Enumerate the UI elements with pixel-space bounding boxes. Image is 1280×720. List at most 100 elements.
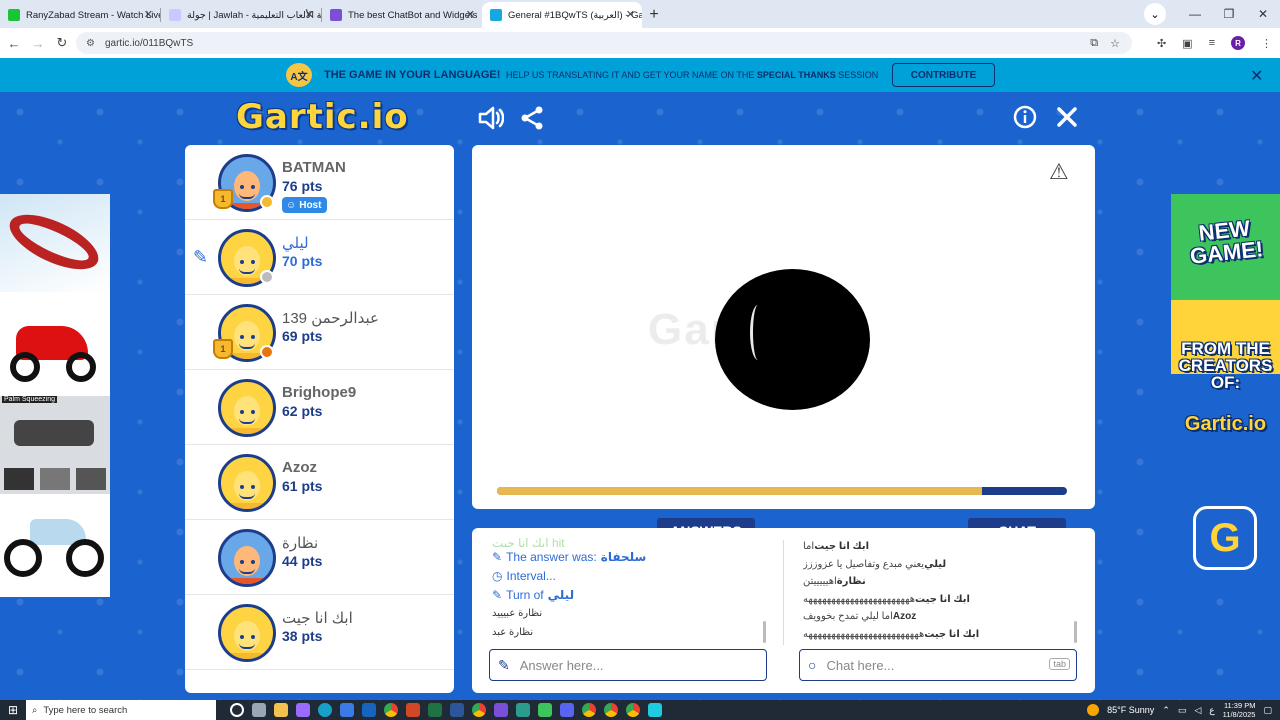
avatar [218, 454, 276, 512]
app-icon[interactable] [516, 703, 530, 717]
chat-message: نظارة اهيييييتن [803, 573, 1073, 591]
browser-tab-active[interactable]: General #1BQwTS (العربية) - Gartic ✕ [482, 2, 642, 28]
report-warning-icon[interactable]: ⚠ [1049, 159, 1069, 185]
window-close-icon[interactable]: ✕ [1246, 7, 1280, 21]
chat-text: هههههههههههههههههههههههه [803, 593, 916, 605]
player-row[interactable]: نظارة 44 pts [185, 520, 454, 595]
player-row[interactable]: ابك انا جيت 38 pts [185, 595, 454, 670]
tray-chevron-icon[interactable]: ⌃ [1162, 705, 1170, 716]
tab-close-icon[interactable]: ✕ [626, 8, 635, 21]
address-toolbar: ← → ↻ ⚙ gartic.io/011BQwTS ⧉ ☆ ✣ ▣ ≡ R ⋮ [0, 28, 1280, 58]
left-ad[interactable]: Palm Squeezing [0, 194, 110, 597]
player-row[interactable]: Brighope9 62 pts [185, 370, 454, 445]
info-icon[interactable] [1013, 105, 1037, 129]
bookmark-star-icon[interactable]: ☆ [1110, 37, 1120, 50]
url-text: gartic.io/011BQwTS [104, 37, 194, 49]
answer-message: نظارة عبيييد [492, 604, 772, 623]
tab-search-icon[interactable]: ⌄ [1144, 3, 1166, 25]
site-info-icon[interactable]: ⚙ [86, 38, 95, 49]
banner-close-icon[interactable]: ✕ [1250, 66, 1263, 86]
edge-icon[interactable] [318, 703, 332, 717]
chat-divider [783, 540, 784, 645]
answer-input[interactable]: ✎ Answer here... [489, 649, 767, 681]
message-text: نظارة عبد [492, 627, 534, 638]
weather-text[interactable]: 85°F Sunny [1107, 705, 1154, 715]
player-row[interactable]: 1 عبدالرحمن 139 69 pts [185, 295, 454, 370]
language-indicator[interactable]: ع [1209, 705, 1214, 716]
task-view-icon[interactable] [230, 703, 244, 717]
file-explorer-icon[interactable] [274, 703, 288, 717]
trophy-icon: 1 [213, 189, 233, 209]
ad-caption: Palm Squeezing [2, 396, 57, 403]
menu-kebab-icon[interactable]: ⋮ [1261, 37, 1272, 50]
ad-image-bracelet[interactable] [0, 194, 110, 292]
tab-close-icon[interactable]: ✕ [305, 8, 314, 21]
app-icon[interactable] [648, 703, 662, 717]
browser-tab[interactable]: جولة | Jawlah - منصة الألعاب التعليمية ✕ [161, 2, 321, 28]
drawing-canvas[interactable]: Gartic.io ⚠ [472, 145, 1095, 509]
ad-image-squeezer[interactable]: Palm Squeezing [0, 396, 110, 494]
browser-tab[interactable]: The best ChatBot and Widgets ✕ [322, 2, 482, 28]
media-icon[interactable]: ≡ [1209, 37, 1215, 49]
reload-icon[interactable]: ↻ [50, 35, 74, 51]
player-row[interactable]: Azoz 61 pts [185, 445, 454, 520]
tab-close-icon[interactable]: ✕ [144, 8, 153, 21]
extensions-icon[interactable]: ✣ [1157, 37, 1166, 50]
taskbar-search[interactable]: ⌕ Type here to search [26, 700, 216, 720]
chrome-icon[interactable] [582, 703, 596, 717]
tab-title: جولة | Jawlah - منصة الألعاب التعليمية [187, 9, 321, 21]
app-icon[interactable] [560, 703, 574, 717]
tab-close-icon[interactable]: ✕ [466, 8, 475, 21]
banner-subtitle-post: SESSION [838, 70, 879, 80]
sidepanel-icon[interactable]: ▣ [1182, 37, 1192, 50]
host-icon: ☺ [286, 199, 297, 211]
chrome-icon[interactable] [472, 703, 486, 717]
chrome-icon[interactable] [384, 703, 398, 717]
start-icon[interactable]: ⊞ [0, 703, 26, 717]
share-icon[interactable] [519, 104, 545, 132]
back-icon[interactable]: ← [2, 36, 26, 51]
player-points: 61 pts [282, 478, 323, 494]
app-icon[interactable] [296, 703, 310, 717]
tab-title: General #1BQwTS (العربية) - Gartic [508, 9, 642, 21]
right-ad[interactable]: NEW GAME! FROM THE CREATORS OF: Gartic.i… [1171, 194, 1280, 597]
chat-input[interactable]: ○ Chat here... tab [799, 649, 1077, 681]
notifications-icon[interactable]: ▢ [1263, 705, 1272, 716]
contribute-button[interactable]: CONTRIBUTE [892, 63, 995, 87]
sound-icon[interactable] [477, 104, 505, 132]
ad-image-dirtbike[interactable] [0, 499, 110, 597]
chat-user: ابك انا جيت [814, 541, 870, 553]
language-icon: A文 [286, 63, 312, 87]
chrome-icon[interactable] [626, 703, 640, 717]
powerpoint-icon[interactable] [406, 703, 420, 717]
app-icon[interactable] [538, 703, 552, 717]
chat-scrollbar[interactable] [1074, 621, 1077, 643]
chat-message: ليلي يعني مبدع وتفاصيل يا عزوززز [803, 556, 1073, 574]
player-name: Brighope9 [282, 384, 357, 401]
network-icon[interactable]: ▭ [1178, 705, 1187, 716]
install-app-icon[interactable]: ⧉ [1090, 37, 1098, 50]
visual-studio-icon[interactable] [494, 703, 508, 717]
mail-icon[interactable] [362, 703, 376, 717]
player-row[interactable]: ✎ ليلي 70 pts [185, 220, 454, 295]
answers-scrollbar[interactable] [763, 621, 766, 643]
minimize-icon[interactable]: — [1178, 7, 1212, 21]
translate-banner: A文 THE GAME IN YOUR LANGUAGE! HELP US TR… [0, 58, 1280, 92]
player-row[interactable]: 1 BATMAN 76 pts ☺ Host [185, 145, 454, 220]
ad-image-motorbike[interactable] [0, 296, 110, 394]
maximize-icon[interactable]: ❐ [1212, 7, 1246, 21]
browser-tab[interactable]: RanyZabad Stream - Watch Live ✕ [0, 2, 160, 28]
new-tab-icon[interactable]: + [642, 2, 666, 28]
chrome-icon[interactable] [604, 703, 618, 717]
excel-icon[interactable] [428, 703, 442, 717]
store-icon[interactable] [340, 703, 354, 717]
volume-icon[interactable]: ◁ [1194, 705, 1201, 716]
exit-game-icon[interactable] [1054, 104, 1080, 130]
profile-avatar[interactable]: R [1231, 36, 1245, 50]
clock[interactable]: 11:39 PM 11/8/2025 [1223, 701, 1256, 719]
widgets-icon[interactable] [252, 703, 266, 717]
forward-icon[interactable]: → [26, 36, 50, 51]
word-icon[interactable] [450, 703, 464, 717]
banner-subtitle-bold: SPECIAL THANKS [756, 70, 836, 80]
url-bar[interactable]: ⚙ gartic.io/011BQwTS ⧉ ☆ [76, 32, 1132, 54]
